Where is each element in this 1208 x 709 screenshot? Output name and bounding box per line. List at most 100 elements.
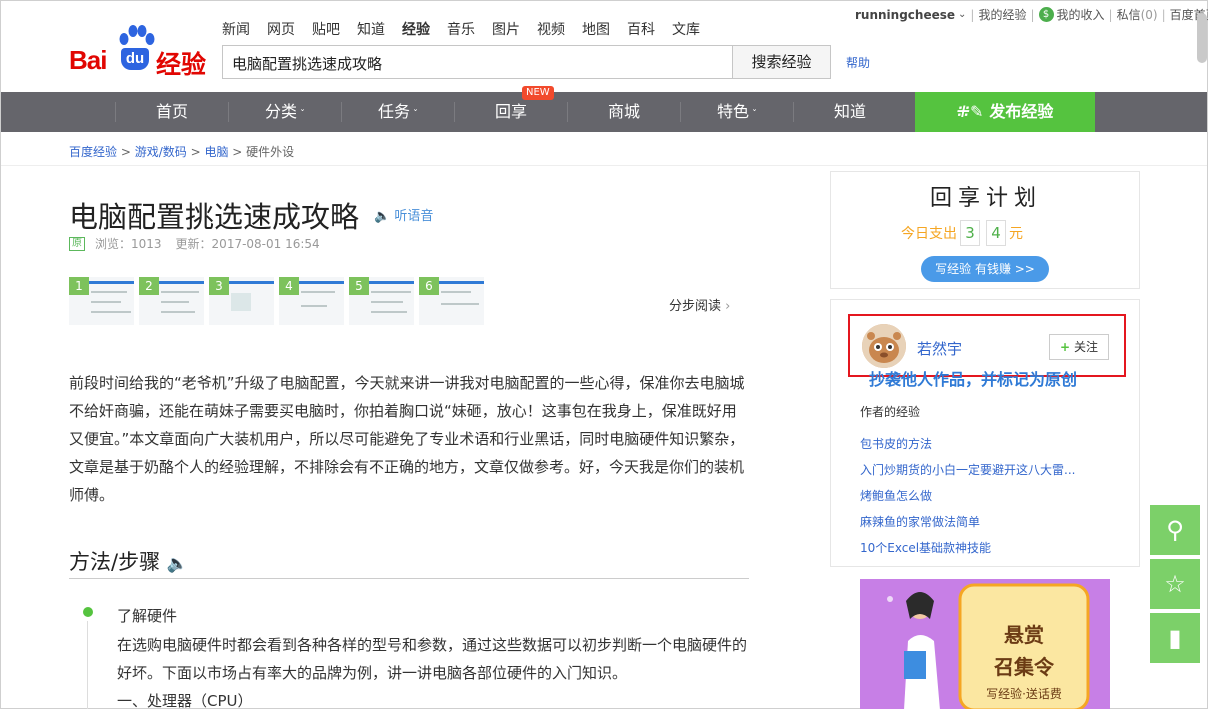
divider xyxy=(69,578,749,579)
step-thumbnail[interactable]: 1 xyxy=(69,277,136,325)
poster-line3: 写经验·送话费 xyxy=(986,687,1062,701)
thumb-number: 4 xyxy=(279,277,299,295)
topnav-video[interactable]: 视频 xyxy=(537,19,565,39)
nav-zhidao-label: 知道 xyxy=(833,102,866,121)
list-item[interactable]: 烤鲍鱼怎么做 xyxy=(860,483,1075,509)
listen-label: 听语音 xyxy=(394,209,434,224)
list-item[interactable]: 入门炒期货的小白一定要避开这八大雷... xyxy=(860,457,1075,483)
star-icon: ☆ xyxy=(1164,570,1186,598)
logo-bai-text: Bai xyxy=(69,45,107,75)
step-thumbnail[interactable]: 2 xyxy=(139,277,206,325)
nav-feature[interactable]: 特色 ˇ xyxy=(681,92,793,132)
digit: 4 xyxy=(986,220,1006,246)
topnav-baike[interactable]: 百科 xyxy=(627,19,655,39)
step-read-link[interactable]: 分步阅读 › xyxy=(669,295,730,314)
favorite-button[interactable]: ☆ xyxy=(1150,559,1200,609)
book-icon: ▮ xyxy=(1168,624,1182,652)
list-item[interactable]: 10个Excel基础款神技能 xyxy=(860,535,1075,561)
listen-audio-button[interactable]: 🔈 听语音 xyxy=(374,205,433,224)
poster-line2: 召集令 xyxy=(994,655,1054,679)
list-item[interactable]: 包书皮的方法 xyxy=(860,431,1075,457)
step-body-text: 在选购电脑硬件时都会看到各种各样的型号和参数，通过这些数据可以初步判断一个电脑硬… xyxy=(117,636,748,682)
updated-time: 更新：2017-08-01 16:54 xyxy=(175,237,320,251)
step-thumbnail[interactable]: 4 xyxy=(279,277,346,325)
nav-task[interactable]: 任务 ˇ xyxy=(342,92,454,132)
nav-home-label: 首页 xyxy=(155,102,188,121)
step-bullet-icon xyxy=(83,607,93,617)
nav-home[interactable]: 首页 xyxy=(116,92,228,132)
view-count: 浏览：1013 xyxy=(95,237,162,251)
breadcrumb-item[interactable]: 电脑 xyxy=(204,145,228,159)
dollar-coin-icon: $ xyxy=(1038,7,1054,22)
username-link[interactable]: runningcheese xyxy=(855,8,955,22)
topnav-images[interactable]: 图片 xyxy=(492,19,520,39)
my-income-link[interactable]: 我的收入 xyxy=(1057,6,1105,23)
speaker-icon[interactable]: 🔈 xyxy=(167,554,188,574)
my-exp-link[interactable]: 我的经验 xyxy=(978,6,1026,23)
topnav-wenku[interactable]: 文库 xyxy=(672,19,700,39)
step-subheading: 一、处理器（CPU） xyxy=(117,692,253,709)
divider: | xyxy=(970,7,975,22)
messages-count: (0) xyxy=(1140,7,1158,22)
digit: 3 xyxy=(960,220,980,246)
today-label: 今日支出 xyxy=(901,226,957,242)
thumb-number: 3 xyxy=(209,277,229,295)
write-earn-button[interactable]: 写经验 有钱赚 >> xyxy=(921,256,1049,282)
poster-line1: 悬赏 xyxy=(1004,623,1044,647)
speaker-icon: 🔈 xyxy=(374,209,391,224)
step-thumbnail[interactable]: 3 xyxy=(209,277,276,325)
share-icon: ⚲ xyxy=(1166,516,1184,544)
nav-category[interactable]: 分类 ˇ xyxy=(229,92,341,132)
reward-poster[interactable]: 悬赏 召集令 写经验·送话费 xyxy=(860,579,1110,709)
chevron-down-icon: ˇ xyxy=(752,109,757,120)
section-heading: 方法/步骤 🔈 xyxy=(69,546,188,576)
topnav-tieba[interactable]: 贴吧 xyxy=(312,19,340,39)
messages-link[interactable]: 私信 xyxy=(1117,6,1141,23)
search-button[interactable]: 搜索经验 xyxy=(732,45,831,79)
breadcrumb-item[interactable]: 百度经验 xyxy=(69,145,117,159)
author-exp-list: 包书皮的方法 入门炒期货的小白一定要避开这八大雷... 烤鲍鱼怎么做 麻辣鱼的家… xyxy=(860,431,1075,561)
list-item[interactable]: 麻辣鱼的家常做法简单 xyxy=(860,509,1075,535)
chevron-down-icon: ˇ xyxy=(300,109,305,120)
topnav-jingyan[interactable]: 经验 xyxy=(402,19,430,39)
author-exp-title: 作者的经验 xyxy=(860,405,921,419)
topnav-news[interactable]: 新闻 xyxy=(222,19,250,39)
chevron-down-icon[interactable]: ⌄ xyxy=(958,9,966,20)
step-thumbnail[interactable]: 5 xyxy=(349,277,416,325)
divider xyxy=(1,165,1207,166)
share-button[interactable]: ⚲ xyxy=(1150,505,1200,555)
article-meta: 原 浏览：1013 更新：2017-08-01 16:54 xyxy=(69,235,320,252)
step-read-label: 分步阅读 xyxy=(669,299,722,314)
help-link[interactable]: 帮助 xyxy=(846,54,870,71)
top-nav: 新闻 网页 贴吧 知道 经验 音乐 图片 视频 地图 百科 文库 xyxy=(222,19,717,39)
nav-zhidao[interactable]: 知道 xyxy=(794,92,906,132)
thumb-number: 1 xyxy=(69,277,89,295)
breadcrumb-item[interactable]: 游戏/数码 xyxy=(135,145,187,159)
bookmark-button[interactable]: ▮ xyxy=(1150,613,1200,663)
thumb-number: 5 xyxy=(349,277,369,295)
new-badge: NEW xyxy=(522,86,554,100)
chevron-down-icon: ˇ xyxy=(413,109,418,120)
topnav-map[interactable]: 地图 xyxy=(582,19,610,39)
huixiang-title: 回享计划 xyxy=(929,186,1042,211)
topnav-web[interactable]: 网页 xyxy=(267,19,295,39)
topnav-music[interactable]: 音乐 xyxy=(447,19,475,39)
scrollbar-thumb[interactable] xyxy=(1197,13,1207,63)
logo-du-text: du xyxy=(121,48,149,70)
topnav-zhidao[interactable]: 知道 xyxy=(357,19,385,39)
nav-mall-label: 商城 xyxy=(607,102,640,121)
huixiang-card: 回享计划 今日支出 3 4 元 写经验 有钱赚 >> xyxy=(830,171,1140,289)
annotation-text: 抄袭他人作品，并标记为原创 xyxy=(869,370,1078,389)
nav-mall[interactable]: 商城 xyxy=(568,92,680,132)
nav-task-label: 任务 xyxy=(377,102,410,121)
search-input[interactable]: 电脑配置挑选速成攻略 xyxy=(222,45,732,79)
step-title: 了解硬件 xyxy=(117,607,178,625)
divider: | xyxy=(1108,7,1113,22)
baidu-jingyan-logo[interactable]: Bai du 经验 xyxy=(69,25,209,79)
thumb-number: 2 xyxy=(139,277,159,295)
publish-experience-button[interactable]: ⁜✎ 发布经验 xyxy=(915,92,1095,132)
nav-category-label: 分类 xyxy=(264,102,297,121)
breadcrumb: 百度经验 > 游戏/数码 > 电脑 > 硬件外设 xyxy=(69,145,295,159)
step-thumbnail[interactable]: 6 xyxy=(419,277,486,325)
divider: | xyxy=(1161,7,1166,22)
